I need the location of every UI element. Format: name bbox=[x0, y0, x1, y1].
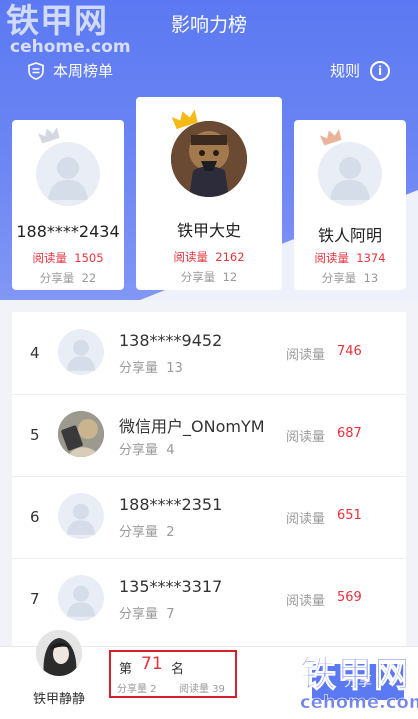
weekly-ranking-tab[interactable]: 本周榜单 bbox=[28, 60, 113, 81]
my-share-count: 分享量 2 bbox=[117, 684, 157, 695]
watermark-cn: 铁甲网 bbox=[6, 1, 108, 40]
ranking-row[interactable]: 6 188****2351 分享量 2 阅读量 651 bbox=[12, 476, 406, 558]
shield-icon bbox=[28, 61, 44, 80]
podium-name: 188****2434 bbox=[16, 222, 120, 241]
default-avatar-icon bbox=[48, 157, 88, 200]
reads-value: 687 bbox=[337, 426, 362, 441]
podium-reads: 阅读量 1505 bbox=[32, 251, 104, 265]
avatar bbox=[58, 411, 104, 457]
share-count: 分享量 7 bbox=[119, 607, 175, 622]
podium-card-third[interactable]: 铁人阿明 阅读量 1374 分享量 13 bbox=[294, 120, 406, 290]
user-photo-avatar bbox=[36, 630, 82, 676]
rules-button[interactable]: 规则 i bbox=[330, 60, 390, 81]
podium-card-first[interactable]: 铁甲大史 阅读量 2162 分享量 12 bbox=[136, 97, 282, 290]
podium-card-second[interactable]: 188****2434 阅读量 1505 分享量 22 bbox=[12, 120, 124, 290]
avatar bbox=[171, 121, 247, 197]
my-rank-number: 71 bbox=[141, 654, 163, 674]
avatar bbox=[318, 142, 382, 206]
watermark-logo: 铁甲网 cehome.com bbox=[6, 1, 131, 57]
avatar bbox=[58, 329, 104, 375]
watermark-en: cehome.com bbox=[300, 692, 418, 713]
rank-number: 7 bbox=[30, 590, 40, 608]
avatar bbox=[36, 142, 100, 206]
podium-shares: 分享量 22 bbox=[39, 271, 97, 285]
watermark-cn: 铁甲网 bbox=[300, 654, 412, 695]
rules-label: 规则 bbox=[329, 62, 360, 80]
rank-suffix: 名 bbox=[171, 662, 185, 677]
default-avatar-icon bbox=[66, 585, 96, 617]
reads-label: 阅读量 bbox=[286, 512, 326, 527]
podium-reads: 阅读量 2162 bbox=[173, 250, 245, 264]
watermark-logo-bottom: 铁甲网 cehome.com bbox=[300, 654, 418, 713]
ranking-row[interactable]: 7 135****3317 分享量 7 阅读量 569 bbox=[12, 558, 406, 640]
share-count: 分享量 4 bbox=[119, 443, 175, 458]
my-name: 铁甲静静 bbox=[32, 692, 85, 707]
podium-name: 铁人阿明 bbox=[317, 226, 382, 245]
weekly-ranking-label: 本周榜单 bbox=[53, 62, 114, 80]
ranking-row[interactable]: 5 微信用户_ONomYM 分享量 4 阅读量 687 bbox=[12, 394, 406, 476]
avatar bbox=[58, 575, 104, 621]
reads-value: 746 bbox=[337, 344, 362, 359]
avatar bbox=[58, 493, 104, 539]
default-avatar-icon bbox=[330, 157, 370, 200]
user-name: 188****2351 bbox=[119, 495, 223, 514]
user-photo-avatar bbox=[58, 411, 104, 457]
share-count: 分享量 2 bbox=[119, 525, 175, 540]
ranking-row[interactable]: 4 138****9452 分享量 13 阅读量 746 bbox=[12, 312, 406, 394]
info-icon: i bbox=[370, 60, 390, 81]
user-name: 138****9452 bbox=[119, 331, 223, 350]
share-count: 分享量 13 bbox=[119, 361, 183, 376]
reads-label: 阅读量 bbox=[286, 430, 326, 445]
my-avatar[interactable] bbox=[36, 630, 82, 676]
rank-number: 5 bbox=[30, 426, 40, 444]
rank-number: 6 bbox=[30, 508, 40, 526]
default-avatar-icon bbox=[66, 503, 96, 535]
reads-value: 651 bbox=[337, 508, 362, 523]
podium-shares: 分享量 13 bbox=[321, 271, 379, 285]
reads-value: 569 bbox=[337, 590, 362, 605]
podium-shares: 分享量 12 bbox=[180, 270, 238, 284]
my-rank-box: 第 71 名 分享量 2 阅读量 39 bbox=[109, 650, 237, 698]
reads-label: 阅读量 bbox=[286, 594, 326, 609]
reads-label: 阅读量 bbox=[286, 348, 326, 363]
podium-name: 铁甲大史 bbox=[176, 221, 241, 240]
podium-reads: 阅读量 1374 bbox=[314, 251, 386, 265]
user-name: 135****3317 bbox=[119, 577, 223, 596]
my-read-count: 阅读量 39 bbox=[179, 684, 225, 695]
rank-prefix: 第 bbox=[119, 662, 133, 677]
default-avatar-icon bbox=[66, 339, 96, 371]
rank-number: 4 bbox=[30, 344, 40, 362]
ranking-list: 4 138****9452 分享量 13 阅读量 746 5 微信用户_ONom… bbox=[12, 312, 406, 652]
watermark-en: cehome.com bbox=[10, 37, 131, 57]
user-name: 微信用户_ONomYM bbox=[119, 417, 265, 436]
user-photo-avatar bbox=[171, 121, 247, 197]
